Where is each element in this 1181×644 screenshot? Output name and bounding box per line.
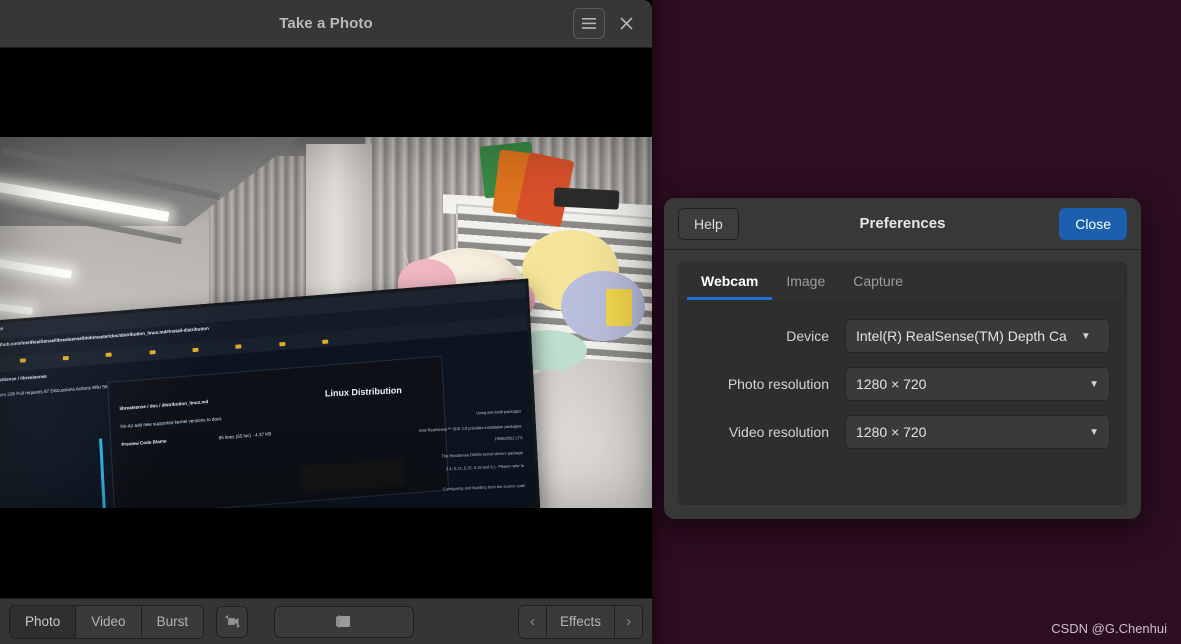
device-row: Device Intel(R) RealSense(TM) Depth Ca ▼ — [695, 319, 1110, 353]
video-resolution-label: Video resolution — [728, 424, 829, 440]
screen-doc-line: 5.4, 5.13, 5.15, 5.19 and 6.1. Please re… — [445, 463, 524, 472]
webcam-tab-panel: Device Intel(R) RealSense(TM) Depth Ca ▼… — [678, 301, 1127, 505]
help-button[interactable]: Help — [678, 207, 739, 240]
photo-resolution-value: 1280 × 720 — [856, 376, 927, 392]
device-label: Device — [786, 328, 829, 344]
mode-burst-button[interactable]: Burst — [141, 605, 204, 638]
chevron-down-icon: ▼ — [1080, 330, 1091, 342]
tab-capture[interactable]: Capture — [839, 263, 917, 300]
photo-resolution-label: Photo resolution — [727, 376, 829, 392]
mode-photo-button[interactable]: Photo — [10, 605, 77, 638]
video-resolution-value: 1280 × 720 — [856, 424, 927, 440]
effects-button[interactable]: Effects — [546, 605, 614, 638]
chevron-down-icon: ▼ — [1089, 426, 1099, 438]
effects-group: ‹ Effects › — [517, 604, 643, 639]
camera-switch-icon[interactable] — [216, 605, 249, 638]
camera-preview-viewport[interactable]: t Edge ://github.com/IntelRealSense/libr… — [0, 48, 652, 598]
chevron-left-icon[interactable]: ‹ — [518, 605, 547, 638]
window-title: Take a Photo — [279, 15, 373, 32]
photo-resolution-select[interactable]: 1280 × 720 ▼ — [845, 367, 1110, 401]
hamburger-menu-icon[interactable] — [573, 8, 605, 39]
take-photo-button[interactable] — [274, 605, 415, 638]
screen-breadcrumb-repo: RealSense / librealsense — [0, 373, 47, 383]
camera-preview-image: t Edge ://github.com/IntelRealSense/libr… — [0, 137, 652, 508]
video-resolution-row: Video resolution 1280 × 720 ▼ — [695, 415, 1110, 449]
screen-doc-line: The RealSense DKMS kernel drivers packag… — [441, 449, 524, 459]
laptop-screen-in-photo: t Edge ://github.com/IntelRealSense/libr… — [0, 278, 540, 508]
window-titlebar: Take a Photo — [0, 0, 652, 48]
take-a-photo-window: Take a Photo Edge://github.com/IntelRea… — [0, 0, 652, 644]
device-select[interactable]: Intel(R) RealSense(TM) Depth Ca ▼ — [845, 319, 1110, 353]
tab-image[interactable]: Image — [772, 263, 839, 300]
screen-doc-line: Configuring and Building from the source… — [442, 483, 525, 493]
photo-resolution-row: Photo resolution 1280 × 720 ▼ — [695, 367, 1110, 401]
device-select-value: Intel(R) RealSense(TM) Depth Ca — [856, 328, 1067, 344]
chevron-down-icon: ▼ — [1089, 378, 1099, 390]
tab-webcam[interactable]: Webcam — [687, 263, 773, 300]
capture-mode-group: Photo Video Burst — [9, 604, 205, 639]
desktop-background: Take a Photo Edge://github.com/IntelRea… — [0, 0, 1181, 644]
close-button[interactable]: Close — [1059, 207, 1127, 240]
screen-doc-line: Using pre-build packages — [475, 409, 521, 417]
chevron-right-icon[interactable]: › — [614, 605, 642, 638]
take-photo-icon — [336, 615, 351, 628]
watermark: CSDN @G.Chenhui — [1051, 621, 1167, 636]
screen-doc-line: 19/08/2022 LTS — [494, 435, 523, 442]
video-resolution-select[interactable]: 1280 × 720 ▼ — [845, 415, 1110, 449]
preferences-tabbar: Webcam Image Capture — [678, 262, 1127, 301]
preferences-body: Webcam Image Capture Device Intel(R) Rea… — [664, 250, 1141, 519]
close-icon[interactable] — [613, 10, 639, 38]
preferences-header: Help Preferences Close — [664, 198, 1141, 250]
camera-toolbar: Photo Video Burst ‹ Effects › — [0, 598, 652, 644]
titlebar-buttons — [573, 8, 652, 39]
mode-video-button[interactable]: Video — [76, 605, 142, 638]
preferences-dialog: Help Preferences Close Webcam Image Capt… — [664, 198, 1141, 519]
